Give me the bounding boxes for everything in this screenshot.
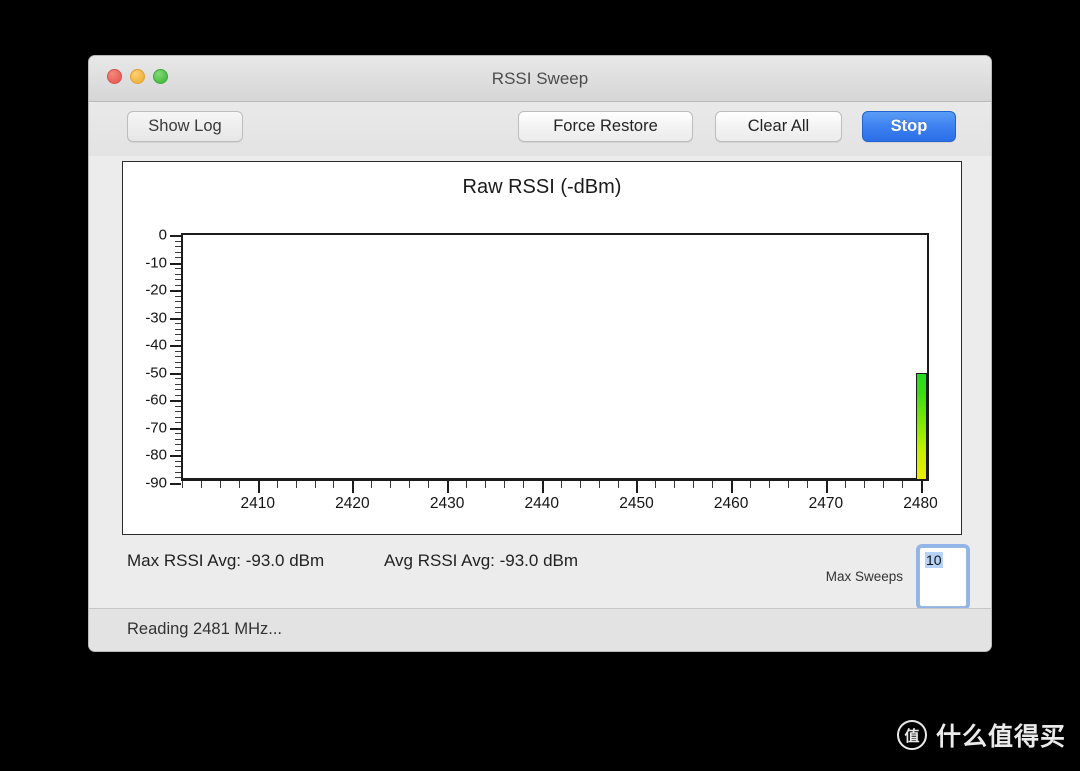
x-tick-minor	[693, 481, 695, 488]
y-tick-major	[170, 235, 181, 237]
x-tick-minor	[712, 481, 714, 488]
y-tick-label: -40	[145, 336, 167, 354]
force-restore-button[interactable]: Force Restore	[518, 111, 693, 142]
x-tick-minor	[333, 481, 335, 488]
x-tick-major	[541, 481, 544, 493]
x-tick-minor	[276, 481, 278, 488]
x-tick-label: 2450	[619, 495, 654, 512]
y-tick-major	[170, 483, 181, 485]
x-tick-minor	[238, 481, 240, 488]
x-tick-minor	[314, 481, 316, 488]
y-tick-major	[170, 290, 181, 293]
x-tick-label: 2460	[713, 495, 749, 512]
y-tick-major	[170, 317, 181, 320]
x-tick-minor	[409, 481, 411, 488]
x-tick-minor	[428, 481, 430, 488]
y-tick-label: -50	[145, 364, 167, 382]
watermark-badge: 值	[896, 720, 927, 750]
status-bar: Reading 2481 MHz...	[89, 608, 991, 651]
clear-all-button[interactable]: Clear All	[715, 111, 842, 142]
x-tick-minor	[484, 481, 486, 488]
bar	[916, 373, 928, 479]
chart-title: Raw RSSI (-dBm)	[462, 176, 622, 198]
x-tick-minor	[219, 481, 221, 488]
x-tick-minor	[371, 481, 373, 488]
x-tick-minor	[390, 481, 392, 488]
plot-area	[181, 233, 929, 481]
x-tick-minor	[806, 481, 808, 488]
status-message: Reading 2481 MHz...	[127, 620, 283, 638]
x-tick-minor	[882, 481, 884, 488]
x-tick-minor	[200, 481, 202, 488]
x-tick-major	[920, 481, 923, 493]
x-tick-major	[731, 481, 734, 493]
x-tick-minor	[295, 481, 297, 488]
x-tick-label: 2480	[903, 495, 938, 512]
max-sweeps-input[interactable]: 10	[919, 547, 967, 607]
y-tick-major	[170, 455, 181, 458]
y-tick-major	[170, 262, 181, 265]
y-tick-major	[170, 345, 181, 348]
x-tick-minor	[844, 481, 846, 488]
x-tick-label: 2430	[429, 495, 465, 512]
show-log-button[interactable]: Show Log	[127, 111, 243, 142]
y-tick-label: 0	[158, 226, 167, 244]
x-tick-label: 2470	[808, 495, 844, 512]
x-tick-major	[257, 481, 260, 493]
x-tick-label: 2440	[524, 495, 560, 512]
y-tick-label: -20	[145, 281, 167, 299]
y-tick-label: -30	[145, 309, 167, 327]
x-tick-minor	[503, 481, 505, 488]
chart-panel: Raw RSSI (-dBm) 0 -10 -20 -30 -40 -50 -60 -70 -8…	[122, 161, 962, 535]
y-tick-label: -80	[145, 446, 167, 464]
x-tick-major	[636, 481, 639, 493]
stop-button[interactable]: Stop	[862, 111, 956, 142]
bar-series	[182, 235, 928, 479]
x-tick-minor	[674, 481, 676, 488]
x-tick-minor	[466, 481, 468, 488]
y-axis: 0 -10 -20 -30 -40 -50 -60 -70 -80 -90	[123, 227, 181, 492]
y-tick-label: -90	[145, 474, 167, 492]
avg-rssi-stat: Avg RSSI Avg: -93.0 dBm	[384, 551, 579, 570]
screen: RSSI Sweep Show Log Force Restore Clear …	[0, 0, 1080, 771]
x-tick-minor	[522, 481, 524, 488]
x-tick-minor	[617, 481, 619, 488]
x-tick-minor	[863, 481, 865, 488]
x-tick-label: 2420	[335, 495, 370, 512]
x-tick-minor	[787, 481, 789, 488]
x-tick-major	[352, 481, 355, 493]
x-tick-minor	[579, 481, 581, 488]
x-tick-label: 2410	[240, 495, 275, 512]
rssi-sweep-window: RSSI Sweep Show Log Force Restore Clear …	[88, 55, 992, 652]
x-tick-major	[825, 481, 828, 493]
y-tick-label: -70	[145, 419, 167, 437]
max-rssi-stat: Max RSSI Avg: -93.0 dBm	[127, 551, 325, 570]
toolbar: Show Log Force Restore Clear All Stop	[89, 102, 991, 156]
window-titlebar: RSSI Sweep	[89, 56, 991, 102]
x-tick-minor	[655, 481, 657, 488]
x-tick-major	[447, 481, 450, 493]
x-tick-minor	[598, 481, 600, 488]
x-axis: 2410 2420 2430 2440 2450 2460 2470 2480	[181, 481, 938, 529]
y-tick-major	[170, 400, 181, 403]
x-tick-minor	[901, 481, 903, 488]
y-tick-label: -60	[145, 391, 167, 409]
y-tick-major	[170, 372, 181, 375]
stats-strip: Max RSSI Avg: -93.0 dBm Avg RSSI Avg: -9…	[89, 542, 991, 610]
x-tick-minor	[560, 481, 562, 488]
max-sweeps-value: 10	[925, 552, 943, 568]
window-title: RSSI Sweep	[491, 69, 589, 88]
watermark: 值 什么值得买	[896, 717, 1066, 753]
y-tick-label: -10	[145, 254, 167, 272]
x-tick-minor	[182, 481, 183, 488]
y-tick-major	[170, 427, 181, 430]
max-sweeps-label: Max Sweeps	[825, 569, 903, 584]
x-tick-minor	[750, 481, 752, 488]
watermark-text: 什么值得买	[935, 723, 1066, 751]
x-tick-minor	[769, 481, 771, 488]
